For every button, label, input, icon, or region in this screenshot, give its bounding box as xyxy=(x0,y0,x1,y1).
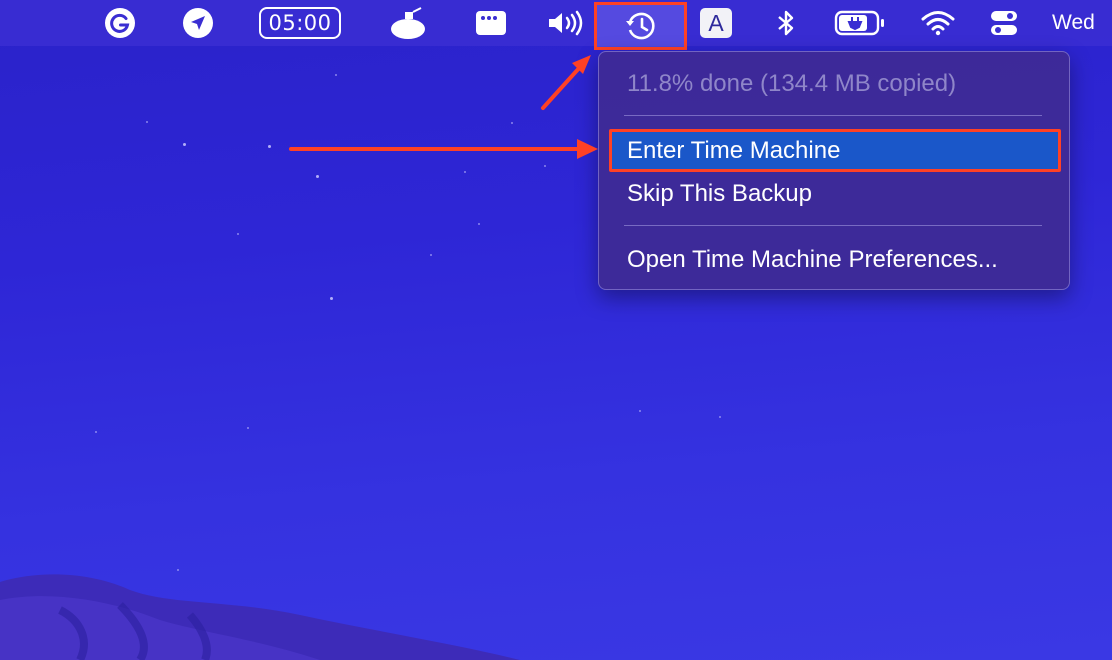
grammarly-icon[interactable] xyxy=(102,0,138,46)
backup-status-item: 11.8% done (134.4 MB copied) xyxy=(627,70,957,97)
input-source-menu[interactable]: A xyxy=(700,0,732,46)
skip-this-backup-item[interactable]: Skip This Backup xyxy=(609,175,1061,213)
time-machine-dropdown: 11.8% done (134.4 MB copied) Enter Time … xyxy=(598,51,1070,290)
menu-separator xyxy=(624,115,1042,116)
time-machine-icon xyxy=(625,12,655,40)
window-icon[interactable] xyxy=(474,0,508,46)
day-label: Wed xyxy=(1052,11,1095,34)
location-icon[interactable] xyxy=(180,0,216,46)
menu-bar: 05:00 A Wed xyxy=(0,0,1112,50)
wifi-icon[interactable] xyxy=(920,0,956,46)
timer-display[interactable]: 05:00 xyxy=(256,0,344,46)
open-time-machine-preferences-item[interactable]: Open Time Machine Preferences... xyxy=(609,241,1061,279)
ufo-icon[interactable] xyxy=(388,0,428,46)
time-machine-menu-button[interactable] xyxy=(594,2,687,50)
enter-time-machine-item[interactable]: Enter Time Machine xyxy=(609,129,1061,172)
input-source-label: A xyxy=(700,8,732,38)
menubar-day[interactable]: Wed xyxy=(1052,0,1112,46)
timer-label: 05:00 xyxy=(259,7,341,39)
volume-icon[interactable] xyxy=(546,0,586,46)
menu-separator xyxy=(624,225,1042,226)
battery-charging-icon[interactable] xyxy=(833,0,887,46)
control-center-icon[interactable] xyxy=(988,0,1020,46)
bluetooth-icon[interactable] xyxy=(772,0,800,46)
